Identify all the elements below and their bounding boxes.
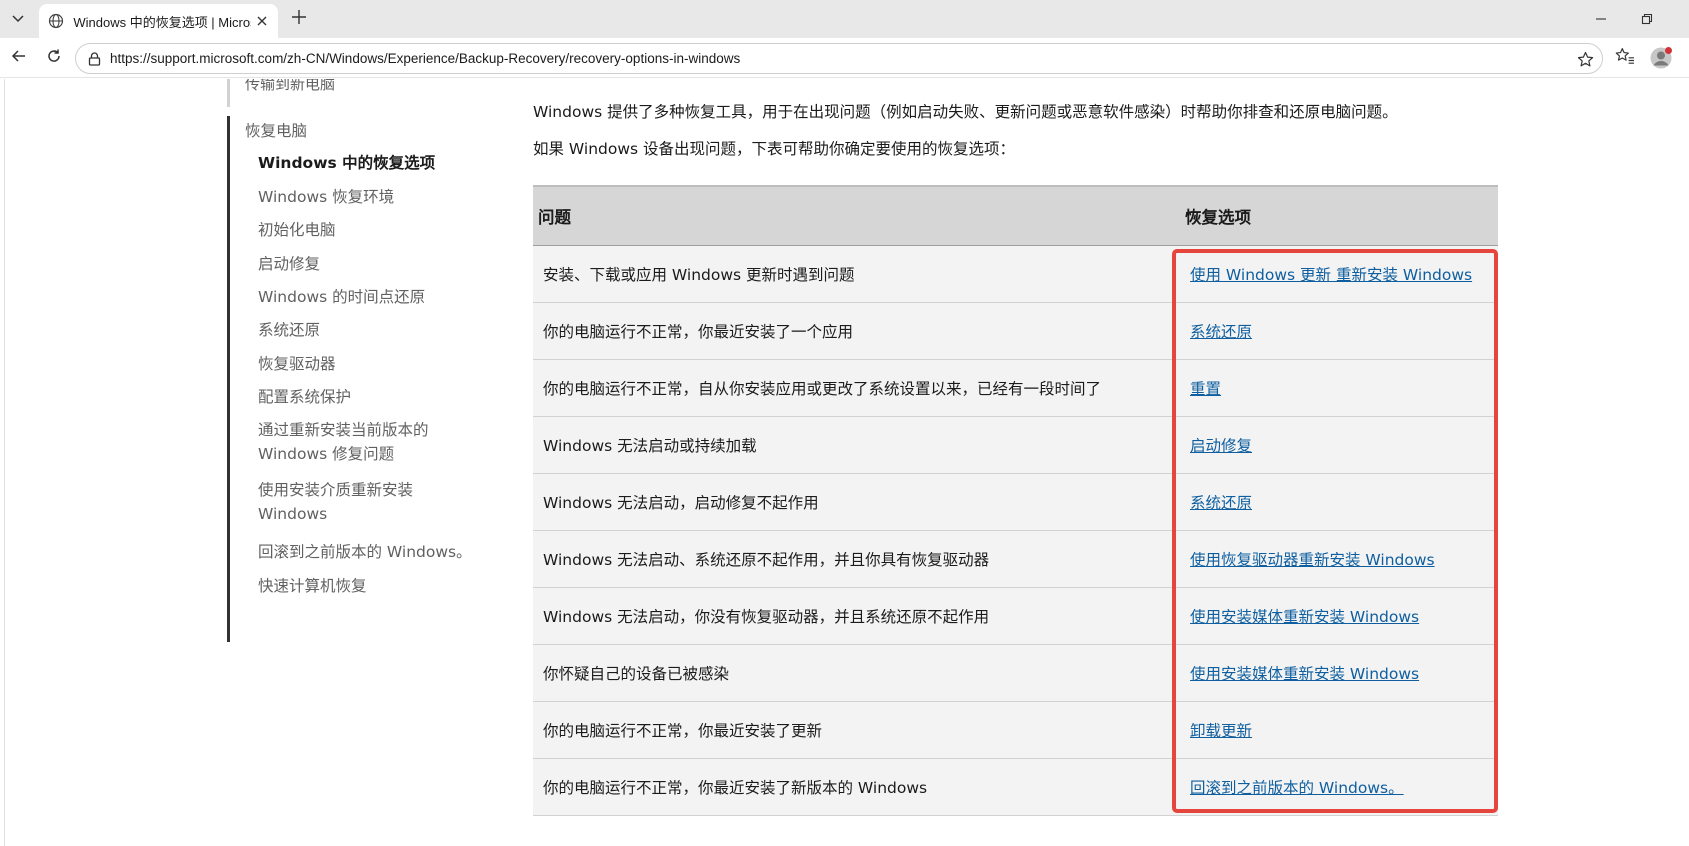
sidenav-item-quick-machine-recovery[interactable]: 快速计算机恢复 [258,574,367,598]
recovery-options-table: 问题 恢复选项 安装、下载或应用 Windows 更新时遇到问题 使用 Wind… [533,185,1498,816]
back-arrow-icon [11,48,27,68]
recovery-option-link[interactable]: 卸载更新 [1190,722,1252,740]
sidenav-item-system-restore[interactable]: 系统还原 [258,318,320,342]
star-icon[interactable] [1576,50,1594,68]
option-cell: 卸载更新 [1175,701,1498,758]
tab-actions-menu-button[interactable] [4,6,32,32]
plus-icon [291,9,307,29]
option-cell: 使用安装媒体重新安装 Windows [1175,587,1498,644]
option-cell: 使用安装媒体重新安装 Windows [1175,644,1498,701]
sidenav-item-transfer[interactable]: 传输到新电脑 [245,79,335,94]
option-cell: 系统还原 [1175,302,1498,359]
refresh-button[interactable] [41,45,67,71]
table-row: 你的电脑运行不正常，自从你安装应用或更改了系统设置以来，已经有一段时间了 重置 [533,359,1498,416]
sidenav-item-reinstall-current-version[interactable]: 通过重新安装当前版本的 Windows 修复问题 [258,418,429,466]
sidenav-item-label-line1: 使用安装介质重新安装 [258,481,414,499]
option-cell: 使用恢复驱动器重新安装 Windows [1175,530,1498,587]
table-row: 安装、下载或应用 Windows 更新时遇到问题 使用 Windows 更新 重… [533,245,1498,302]
close-icon[interactable] [255,13,270,29]
sidenav-item-label-line2: Windows 修复问题 [258,445,395,463]
problem-cell: 你的电脑运行不正常，你最近安装了一个应用 [543,322,854,341]
sidenav-item-point-in-time-restore[interactable]: Windows 的时间点还原 [258,285,425,309]
table-row: 你的电脑运行不正常，你最近安装了更新 卸载更新 [533,701,1498,758]
sidenav-section-recover-pc[interactable]: 恢复电脑 [245,119,307,141]
favorites-icon [1615,47,1635,69]
page-content: 传输到新电脑 恢复电脑 Windows 中的恢复选项 Windows 恢复环境 … [0,79,1689,846]
nav-active-section-bar [227,116,230,642]
globe-icon [47,12,64,30]
minimize-button[interactable] [1588,6,1614,32]
favorites-button[interactable] [1612,45,1638,71]
recovery-option-link[interactable]: 重置 [1190,380,1221,398]
back-button[interactable] [6,45,32,71]
option-cell: 启动修复 [1175,416,1498,473]
sidenav-item-rollback[interactable]: 回滚到之前版本的 Windows。 [258,540,472,564]
tab-title: Windows 中的恢复选项 | Microsoft [73,14,251,30]
recovery-option-link[interactable]: 使用 Windows 更新 重新安装 Windows [1190,266,1472,284]
tab-bar: Windows 中的恢复选项 | Microsoft [0,0,1689,38]
recovery-option-link[interactable]: 系统还原 [1190,323,1252,341]
recovery-option-link[interactable]: 启动修复 [1190,437,1252,455]
problem-cell: 你怀疑自己的设备已被感染 [543,664,730,683]
column-header-recovery-option: 恢复选项 [1185,207,1251,227]
nav-indicator-bar [227,79,230,107]
recovery-option-link[interactable]: 系统还原 [1190,494,1252,512]
profile-icon [1650,47,1672,69]
table-row: Windows 无法启动，你没有恢复驱动器，并且系统还原不起作用 使用安装媒体重… [533,587,1498,644]
page-edge-divider [4,79,5,846]
problem-cell: Windows 无法启动、系统还原不起作用，并且你具有恢复驱动器 [543,550,990,569]
table-header-row: 问题 恢复选项 [533,186,1498,245]
navigation-bar: https://support.microsoft.com/zh-CN/Wind… [0,38,1689,78]
problem-cell: Windows 无法启动或持续加载 [543,436,757,455]
lock-icon[interactable] [86,51,102,67]
profile-button[interactable] [1648,45,1674,71]
refresh-icon [46,48,62,68]
problem-cell: Windows 无法启动，启动修复不起作用 [543,493,819,512]
sidenav-item-reset-pc[interactable]: 初始化电脑 [258,218,336,242]
table-row: Windows 无法启动或持续加载 启动修复 [533,416,1498,473]
table-row: 你怀疑自己的设备已被感染 使用安装媒体重新安装 Windows [533,644,1498,701]
recovery-option-link[interactable]: 使用恢复驱动器重新安装 Windows [1190,551,1435,569]
browser-tab-active[interactable]: Windows 中的恢复选项 | Microsoft [39,4,278,38]
intro-paragraph: Windows 提供了多种恢复工具，用于在出现问题（例如启动失败、更新问题或恶意… [533,103,1398,121]
problem-cell: 你的电脑运行不正常，你最近安装了更新 [543,721,823,740]
option-cell: 重置 [1175,359,1498,416]
sidenav-item-system-protection[interactable]: 配置系统保护 [258,385,351,409]
sidenav-item-recovery-drive[interactable]: 恢复驱动器 [258,352,336,376]
sidenav-item-winre[interactable]: Windows 恢复环境 [258,185,394,209]
notification-dot [1665,47,1672,54]
recovery-option-link[interactable]: 使用安装媒体重新安装 Windows [1190,608,1419,626]
minimize-icon [1595,10,1607,29]
problem-cell: 你的电脑运行不正常，自从你安装应用或更改了系统设置以来，已经有一段时间了 [543,379,1102,398]
recovery-option-link[interactable]: 使用安装媒体重新安装 Windows [1190,665,1419,683]
sidenav-item-reinstall-media[interactable]: 使用安装介质重新安装 Windows [258,478,413,526]
column-header-problem: 问题 [538,207,571,227]
chevron-down-icon [11,10,25,29]
sidenav-item-label-line1: 通过重新安装当前版本的 [258,421,429,439]
problem-cell: Windows 无法启动，你没有恢复驱动器，并且系统还原不起作用 [543,607,990,626]
sidenav-item-recovery-options[interactable]: Windows 中的恢复选项 [258,151,435,175]
address-bar[interactable]: https://support.microsoft.com/zh-CN/Wind… [75,43,1603,74]
table-row: Windows 无法启动，启动修复不起作用 系统还原 [533,473,1498,530]
restore-icon [1641,10,1653,29]
sidenav-item-startup-repair[interactable]: 启动修复 [258,252,320,276]
option-cell: 系统还原 [1175,473,1498,530]
url-text[interactable]: https://support.microsoft.com/zh-CN/Wind… [110,51,740,66]
new-tab-button[interactable] [286,6,312,32]
table-intro-paragraph: 如果 Windows 设备出现问题，下表可帮助你确定要使用的恢复选项： [533,140,1016,158]
table-row: 你的电脑运行不正常，你最近安装了一个应用 系统还原 [533,302,1498,359]
problem-cell: 安装、下载或应用 Windows 更新时遇到问题 [543,265,855,284]
table-row: 你的电脑运行不正常，你最近安装了新版本的 Windows 回滚到之前版本的 Wi… [533,758,1498,815]
recovery-option-link[interactable]: 回滚到之前版本的 Windows。 [1190,779,1404,797]
restore-button[interactable] [1634,6,1660,32]
option-cell: 使用 Windows 更新 重新安装 Windows [1175,245,1498,302]
sidenav-item-label-line2: Windows [258,505,328,523]
problem-cell: 你的电脑运行不正常，你最近安装了新版本的 Windows [543,778,928,797]
option-cell: 回滚到之前版本的 Windows。 [1175,758,1498,815]
table-row: Windows 无法启动、系统还原不起作用，并且你具有恢复驱动器 使用恢复驱动器… [533,530,1498,587]
